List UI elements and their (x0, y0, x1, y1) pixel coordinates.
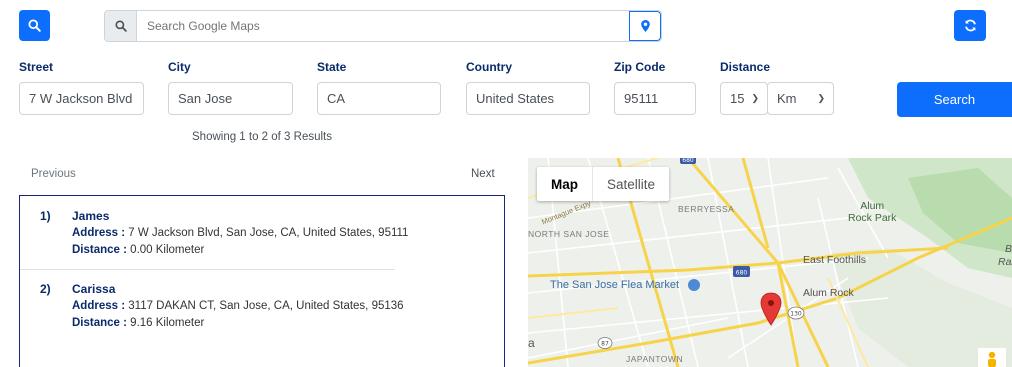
search-icon (105, 11, 137, 41)
city-value: San Jose (178, 91, 233, 106)
result-address: Address : 7 W Jackson Blvd, San Jose, CA… (72, 227, 408, 239)
highway-shield: 87 (597, 337, 613, 349)
results-list: 1) James Address : 7 W Jackson Blvd, San… (19, 195, 505, 367)
label-berryessa: BERRYESSA (678, 204, 735, 214)
highway-shield: 680 (680, 158, 696, 164)
label-north-san-jose: NORTH SAN JOSE (528, 229, 610, 239)
result-distance: Distance : 0.00 Kilometer (72, 244, 204, 256)
street-value: 7 W Jackson Blvd (29, 91, 133, 106)
divider (20, 269, 395, 270)
shield-87: 87 (601, 341, 609, 348)
country-label: Country (466, 60, 512, 74)
highway-shield: 130 (787, 306, 805, 320)
map-type-satellite[interactable]: Satellite (592, 167, 669, 201)
zip-label: Zip Code (614, 60, 666, 74)
distance-label: Distance : (72, 244, 127, 256)
country-value: United States (476, 91, 555, 106)
unit-select[interactable]: Km ❯ (767, 82, 834, 115)
refresh-button[interactable] (954, 10, 986, 41)
map-search-group (104, 10, 662, 42)
label-flea-market: The San Jose Flea Market (550, 279, 680, 291)
city-field[interactable]: San Jose (168, 82, 293, 115)
next-link[interactable]: Next (471, 168, 495, 180)
label-alum-rock-park-line2: Rock Park (848, 212, 897, 224)
map-pin-icon (640, 20, 650, 32)
city-label: City (168, 60, 191, 74)
label-edge-a: a (528, 336, 535, 350)
distance-label: Distance (720, 60, 771, 74)
previous-link[interactable]: Previous (31, 168, 76, 180)
google-map[interactable]: 680 680 130 87 BERRYESSA NORTH SAN JOSE … (528, 158, 1012, 367)
chevron-down-icon: ❯ (751, 93, 759, 103)
label-edge-b: B (1005, 243, 1012, 255)
highway-shield: 680 (733, 266, 750, 277)
label-alum-rock-park: Alum Rock Park (848, 200, 896, 224)
distance-value: 9.16 Kilometer (130, 317, 205, 329)
street-label: Street (19, 60, 54, 74)
address-label: Address : (72, 227, 126, 239)
country-field[interactable]: United States (466, 82, 590, 115)
distance-select[interactable]: 15 ❯ (720, 82, 768, 115)
result-distance: Distance : 9.16 Kilometer (72, 317, 204, 329)
map-type-control: Map Satellite (537, 167, 670, 201)
result-index: 2) (40, 282, 51, 296)
label-east-foothills: East Foothills (803, 254, 867, 266)
search-button-label: Search (933, 92, 976, 107)
distance-value: 15 (730, 91, 745, 106)
shield-130: 130 (790, 311, 802, 318)
zip-value: 95111 (624, 91, 659, 106)
label-japantown: JAPANTOWN (626, 354, 684, 364)
distance-label: Distance : (72, 317, 127, 329)
refresh-icon (964, 19, 976, 32)
pegman-icon[interactable] (978, 348, 1006, 367)
address-value: 7 W Jackson Blvd, San Jose, CA, United S… (128, 227, 409, 239)
search-icon (28, 19, 41, 32)
map-type-map[interactable]: Map (537, 167, 592, 201)
state-label: State (317, 60, 347, 74)
chevron-down-icon: ❯ (817, 93, 825, 103)
locate-button[interactable] (629, 11, 661, 41)
shield-680-top: 680 (682, 158, 694, 164)
poi-marker (688, 279, 700, 291)
zip-field[interactable]: 95111 (614, 82, 696, 115)
result-index: 1) (40, 209, 51, 223)
address-label: Address : (72, 300, 126, 312)
search-button[interactable]: Search (897, 82, 1012, 117)
result-name: James (72, 209, 110, 223)
label-alum-rock-park-line1: Alum (860, 200, 885, 212)
label-alum-rock: Alum Rock (803, 287, 854, 299)
results-summary: Showing 1 to 2 of 3 Results (192, 131, 332, 143)
distance-value: 0.00 Kilometer (130, 244, 205, 256)
state-value: CA (327, 91, 346, 106)
shield-680: 680 (736, 270, 748, 277)
label-edge-ran: Ran (998, 256, 1012, 268)
state-field[interactable]: CA (317, 82, 441, 115)
search-icon-button[interactable] (19, 10, 50, 41)
map-search-input[interactable] (137, 11, 629, 41)
street-field[interactable]: 7 W Jackson Blvd (19, 82, 144, 115)
unit-value: Km (777, 91, 797, 106)
address-value: 3117 DAKAN CT, San Jose, CA, United Stat… (128, 300, 404, 312)
result-name: Carissa (72, 282, 116, 296)
result-address: Address : 3117 DAKAN CT, San Jose, CA, U… (72, 300, 404, 312)
